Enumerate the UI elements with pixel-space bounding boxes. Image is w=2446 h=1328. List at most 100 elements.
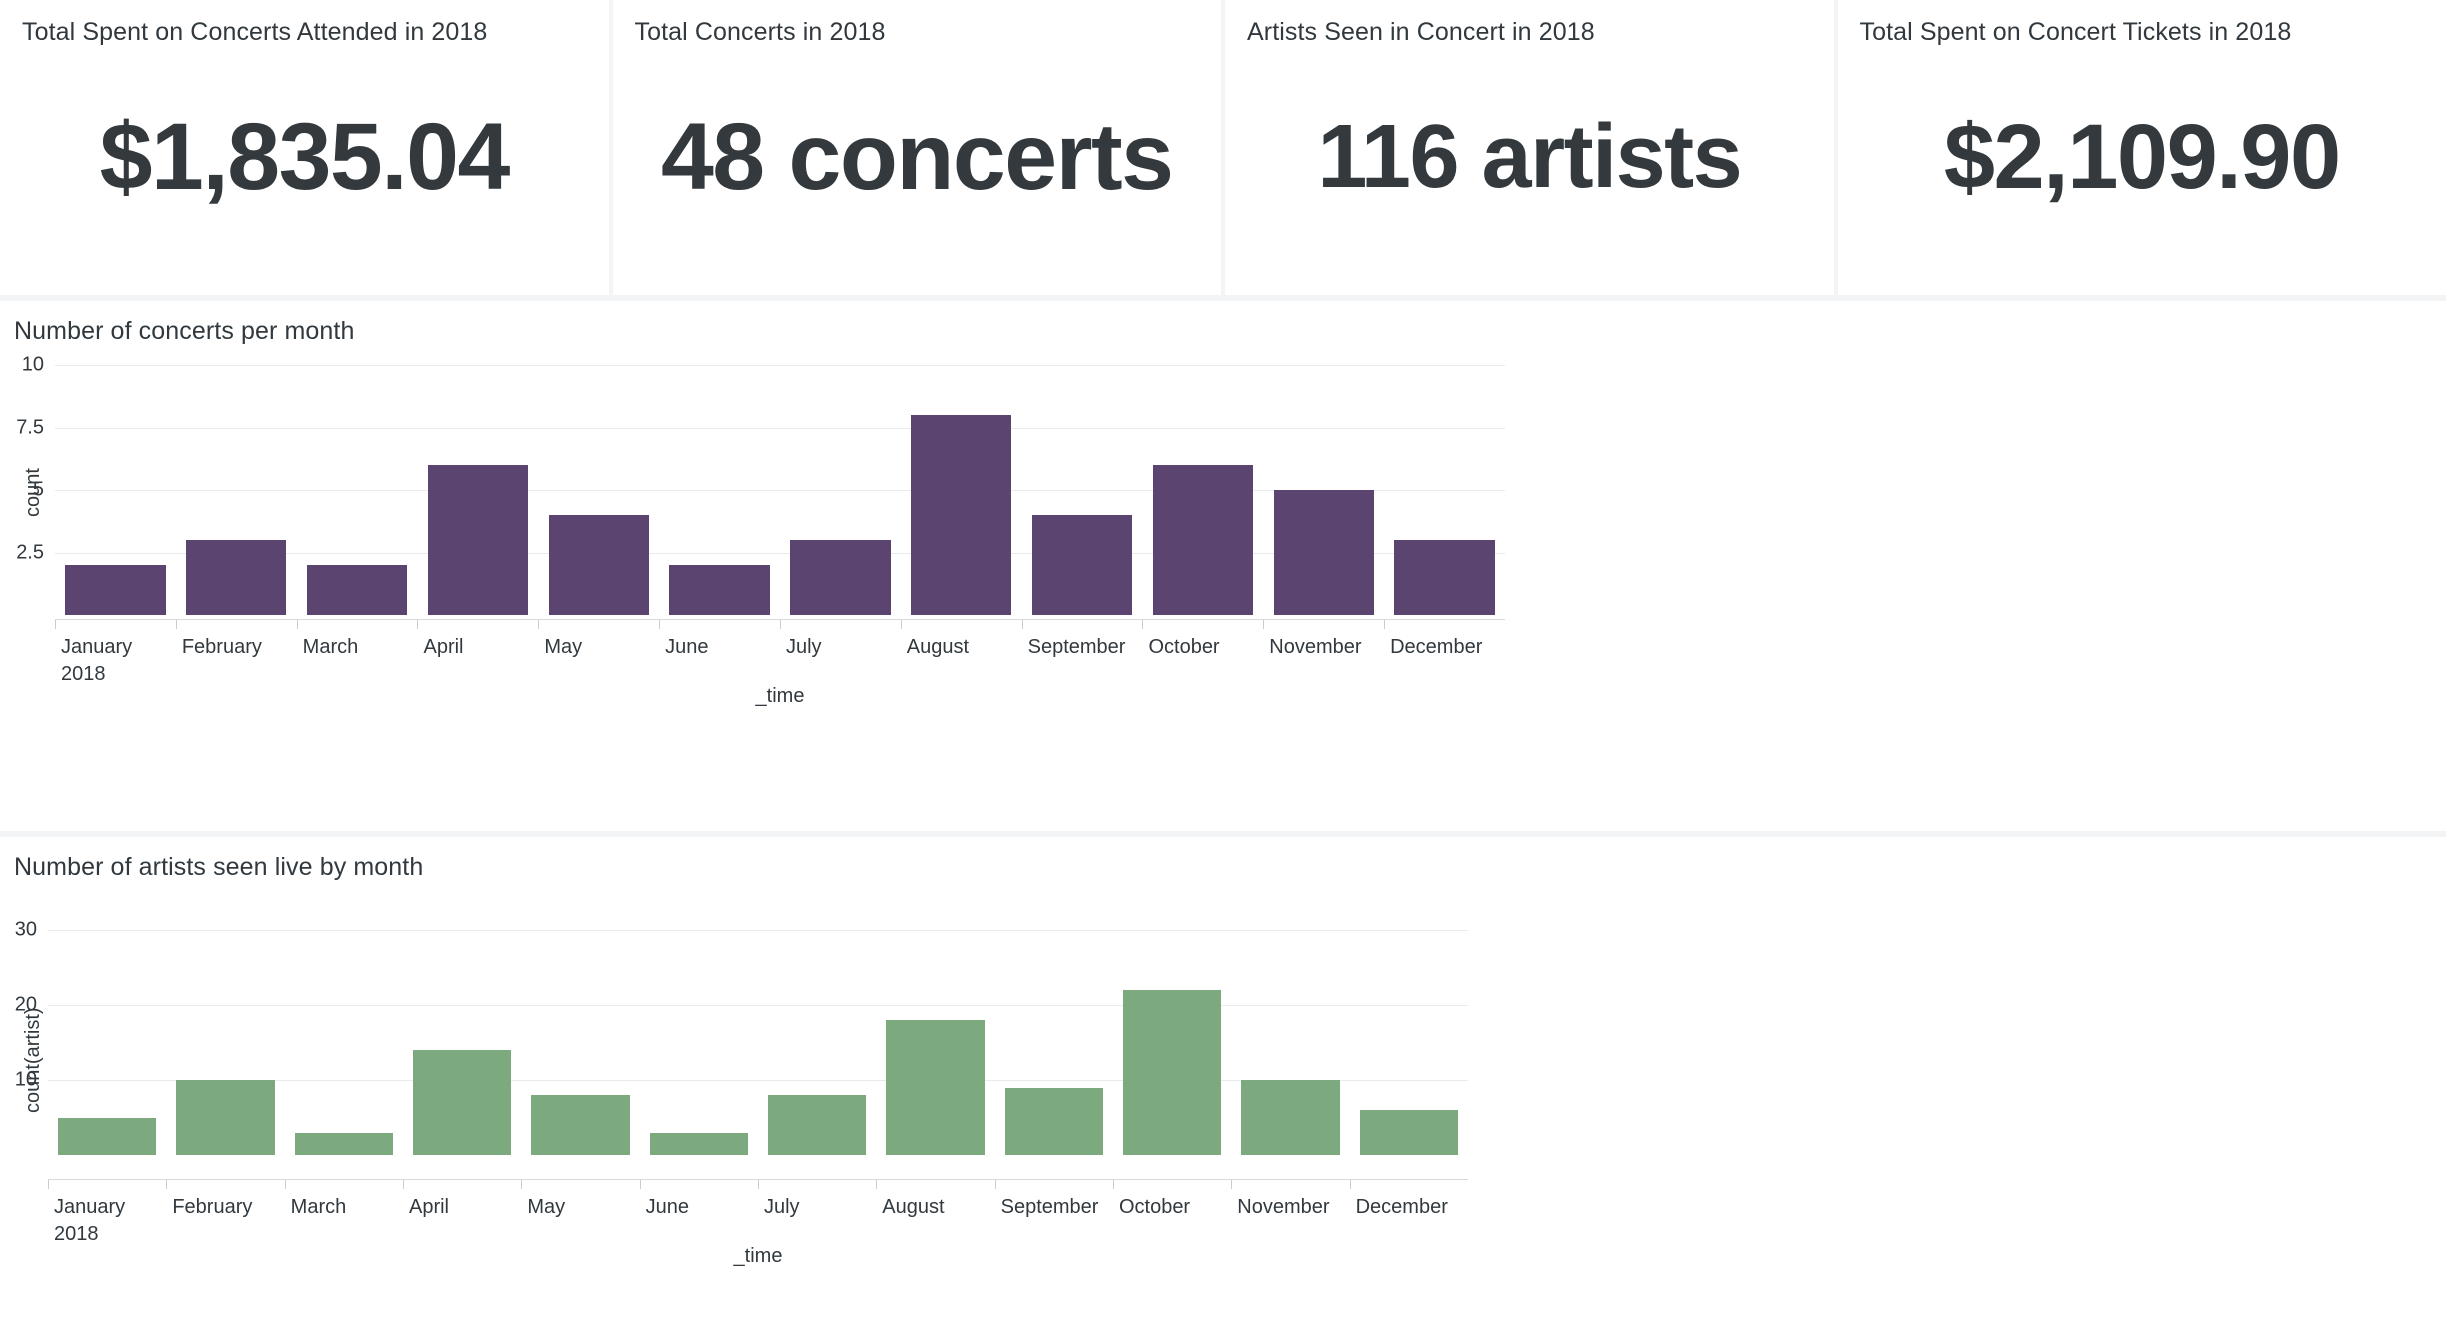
x-axis-tick-label: March <box>296 620 418 688</box>
kpi-value: 48 concerts <box>660 104 1174 210</box>
bar-series <box>55 365 1505 615</box>
x-axis-tick-label: September <box>1021 620 1143 688</box>
bar-slot <box>417 365 538 615</box>
kpi-title: Total Spent on Concert Tickets in 2018 <box>1859 18 2292 46</box>
kpi-card-total-concerts[interactable]: Total Concerts in 2018 48 concerts <box>612 0 1221 295</box>
x-axis-tick-label: February <box>175 620 297 688</box>
bar-slot <box>1231 915 1349 1155</box>
bar-slot <box>995 915 1113 1155</box>
bar-slot <box>538 365 659 615</box>
x-axis-tick-label: December <box>1384 620 1505 688</box>
bar[interactable] <box>1152 465 1253 615</box>
chart-concerts-per-month[interactable]: count 10 7.5 5 2.5 January 2018 February March… <box>0 353 2446 831</box>
y-axis-tick-label: 30 <box>14 918 37 941</box>
kpi-value: $1,835.04 <box>99 104 511 210</box>
bar[interactable] <box>768 1095 867 1155</box>
bar[interactable] <box>176 1080 275 1155</box>
bar[interactable] <box>1241 1080 1340 1155</box>
x-axis-tick-label: June <box>659 620 780 688</box>
kpi-card-total-spent-tickets[interactable]: Total Spent on Concert Tickets in 2018 $… <box>1837 0 2446 295</box>
x-axis-tick-label: March <box>284 1180 403 1248</box>
bar-slot <box>403 915 521 1155</box>
dashboard: Total Spent on Concerts Attended in 2018… <box>0 0 2446 1328</box>
x-axis-tick-label: October <box>1112 1180 1231 1248</box>
kpi-row: Total Spent on Concerts Attended in 2018… <box>0 0 2446 295</box>
y-axis-tick-label: 10 <box>14 1068 37 1091</box>
x-axis-ticks: January 2018 February March April May June July… <box>55 620 1505 688</box>
bar-slot <box>521 915 639 1155</box>
x-axis-tick-label: August <box>876 1180 994 1248</box>
y-axis-label: count(artist) <box>22 1007 44 1113</box>
bar[interactable] <box>1123 990 1222 1155</box>
x-axis-label: _time <box>733 1245 783 1267</box>
x-axis-tick-label: July <box>779 620 901 688</box>
x-axis-tick-label: August <box>900 620 1022 688</box>
bar[interactable] <box>186 540 287 615</box>
x-axis-tick-label: December <box>1349 1180 1468 1248</box>
bar[interactable] <box>790 540 891 615</box>
x-axis-tick-label: November <box>1263 620 1384 688</box>
bar[interactable] <box>911 415 1012 615</box>
x-axis-tick-year: 2018 <box>54 1223 99 1245</box>
kpi-value-wrap: $1,835.04 <box>22 48 587 285</box>
x-axis-tick-label: June <box>639 1180 758 1248</box>
chart-artists-by-month[interactable]: count(artist) 30 20 10 January 2018 February… <box>0 891 2446 1328</box>
x-axis-label: _time <box>755 685 805 707</box>
bar-series <box>48 915 1468 1155</box>
x-axis-tick-label: October <box>1142 620 1263 688</box>
x-axis-tick-label: February <box>166 1180 284 1248</box>
x-axis-tick-label: April <box>402 1180 521 1248</box>
bar[interactable] <box>65 565 166 615</box>
bar[interactable] <box>1004 1087 1103 1155</box>
y-axis-tick-label: 2.5 <box>16 541 44 563</box>
bar-slot <box>901 365 1022 615</box>
bar[interactable] <box>548 515 649 615</box>
x-axis-tick-label: January 2018 <box>55 620 176 688</box>
bar[interactable] <box>413 1050 512 1155</box>
bar-slot <box>297 365 418 615</box>
x-axis-tick-label: May <box>521 1180 639 1248</box>
bar-slot <box>1350 915 1468 1155</box>
bar-slot <box>1384 365 1505 615</box>
bar-slot <box>1113 915 1231 1155</box>
bar-slot <box>1142 365 1263 615</box>
bar-slot <box>640 915 758 1155</box>
x-axis-ticks: January 2018 February March April May June July… <box>48 1180 1468 1248</box>
kpi-card-artists-seen[interactable]: Artists Seen in Concert in 2018 116 arti… <box>1225 0 1834 295</box>
bar-slot <box>659 365 780 615</box>
bar[interactable] <box>306 565 408 615</box>
kpi-card-total-spent-attended[interactable]: Total Spent on Concerts Attended in 2018… <box>0 0 609 295</box>
panel-concerts-per-month: Number of concerts per month count 10 7.5… <box>0 301 2446 831</box>
bar-slot <box>55 365 176 615</box>
bar[interactable] <box>531 1095 630 1155</box>
kpi-title: Total Concerts in 2018 <box>634 18 886 46</box>
x-axis-tick-label: July <box>757 1180 876 1248</box>
y-axis-tick-label: 7.5 <box>16 416 44 438</box>
bar[interactable] <box>1394 540 1495 615</box>
bar-slot <box>176 365 297 615</box>
bar[interactable] <box>58 1117 157 1155</box>
kpi-title: Total Spent on Concerts Attended in 2018 <box>22 18 488 46</box>
bar-slot <box>780 365 901 615</box>
bar-slot <box>876 915 994 1155</box>
bar-slot <box>1022 365 1143 615</box>
kpi-value: $2,109.90 <box>1943 106 2341 208</box>
bar[interactable] <box>427 465 529 615</box>
x-axis-tick-label: November <box>1231 1180 1349 1248</box>
bar[interactable] <box>294 1132 393 1155</box>
bar[interactable] <box>1359 1110 1458 1155</box>
bar[interactable] <box>1273 490 1374 615</box>
bar[interactable] <box>649 1132 748 1155</box>
kpi-value: 116 artists <box>1317 107 1742 207</box>
bar[interactable] <box>669 565 770 615</box>
panel-title: Number of concerts per month <box>14 317 355 345</box>
bar-slot <box>166 915 284 1155</box>
bar-slot <box>48 915 166 1155</box>
bar[interactable] <box>886 1020 985 1155</box>
bar[interactable] <box>1031 515 1133 615</box>
y-axis-tick-label: 10 <box>21 353 44 376</box>
panel-artists-by-month: Number of artists seen live by month cou… <box>0 837 2446 1328</box>
bar-slot <box>1263 365 1384 615</box>
bar-slot <box>758 915 876 1155</box>
kpi-value-wrap: 48 concerts <box>635 48 1200 285</box>
